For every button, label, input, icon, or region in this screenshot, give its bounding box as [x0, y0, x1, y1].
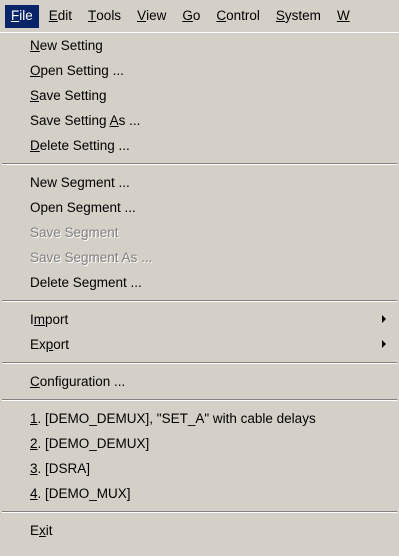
menu-item-save-setting[interactable]: Save Setting: [0, 83, 399, 108]
save-setting-mnemonic: S: [30, 88, 40, 103]
save-setting-label: ave Setting: [39, 88, 107, 103]
menu-tools-mnemonic: T: [88, 7, 97, 23]
exit-label: it: [45, 523, 53, 538]
recent-1-mnemonic: 1: [30, 411, 38, 426]
save-setting-as-mnemonic: A: [109, 113, 119, 128]
submenu-arrow-icon: [382, 315, 386, 323]
menu-item-configuration[interactable]: Configuration ...: [0, 369, 399, 394]
menu-item-recent-4[interactable]: 4. [DEMO_MUX]: [0, 481, 399, 506]
new-setting-label: ew Setting: [39, 38, 103, 53]
menu-separator: [0, 357, 399, 369]
menu-item-export[interactable]: Export: [0, 332, 399, 357]
configuration-mnemonic: C: [30, 374, 40, 389]
menu-control-mnemonic: C: [216, 7, 227, 23]
menu-window-mnemonic: W: [336, 7, 350, 23]
import-label: port: [45, 312, 69, 327]
menu-file-mnemonic: F: [11, 7, 20, 23]
menu-go-mnemonic: G: [182, 7, 193, 23]
menu-view[interactable]: View: [131, 5, 172, 28]
menu-system[interactable]: System: [270, 5, 327, 28]
menu-view-label: iew: [146, 7, 167, 23]
delete-setting-mnemonic: D: [30, 138, 40, 153]
import-mnemonic: m: [33, 312, 46, 327]
new-setting-mnemonic: N: [30, 38, 40, 53]
menu-tools[interactable]: Tools: [82, 5, 127, 28]
menu-tools-label: ools: [96, 7, 122, 23]
menu-go-label: o: [192, 7, 201, 23]
export-pre: Ex: [30, 337, 46, 352]
configuration-label: onfiguration ...: [39, 374, 126, 389]
open-setting-mnemonic: O: [30, 63, 41, 78]
recent-4-label: . [DEMO_MUX]: [37, 486, 131, 501]
open-segment-label: Open Segment ...: [30, 200, 136, 215]
new-segment-label: New Segment ...: [30, 175, 130, 190]
save-segment-as-label: Save Segment As ...: [30, 250, 153, 265]
menu-item-new-segment[interactable]: New Segment ...: [0, 170, 399, 195]
menu-item-recent-3[interactable]: 3. [DSRA]: [0, 456, 399, 481]
menu-edit-label: dit: [57, 7, 73, 23]
menu-item-save-setting-as[interactable]: Save Setting As ...: [0, 108, 399, 133]
menu-item-delete-setting[interactable]: Delete Setting ...: [0, 133, 399, 158]
menu-item-recent-1[interactable]: 1. [DEMO_DEMUX], "SET_A" with cable dela…: [0, 406, 399, 431]
menu-window[interactable]: W: [331, 5, 356, 28]
exit-pre: E: [30, 523, 40, 538]
menu-file[interactable]: File: [5, 4, 39, 28]
menu-separator: [0, 506, 399, 518]
recent-2-label: . [DEMO_DEMUX]: [37, 436, 150, 451]
menu-item-open-setting[interactable]: Open Setting ...: [0, 58, 399, 83]
menu-separator: [0, 394, 399, 406]
menu-item-open-segment[interactable]: Open Segment ...: [0, 195, 399, 220]
menu-separator: [0, 295, 399, 307]
menu-item-save-segment: Save Segment: [0, 220, 399, 245]
recent-2-mnemonic: 2: [30, 436, 38, 451]
exit-mnemonic: x: [39, 523, 46, 538]
menu-item-delete-segment[interactable]: Delete Segment ...: [0, 270, 399, 295]
menu-item-exit[interactable]: Exit: [0, 518, 399, 543]
menu-go[interactable]: Go: [176, 5, 206, 28]
save-segment-label: Save Segment: [30, 225, 119, 240]
file-menu-dropdown: New Setting Open Setting ... Save Settin…: [0, 32, 399, 556]
menu-item-new-setting[interactable]: New Setting: [0, 33, 399, 58]
submenu-arrow-icon: [382, 340, 386, 348]
menu-edit[interactable]: Edit: [43, 5, 78, 28]
menu-system-mnemonic: S: [275, 7, 285, 23]
menu-item-save-segment-as: Save Segment As ...: [0, 245, 399, 270]
recent-3-mnemonic: 3: [30, 461, 38, 476]
recent-4-mnemonic: 4: [30, 486, 38, 501]
delete-setting-label: elete Setting ...: [39, 138, 130, 153]
menu-item-recent-2[interactable]: 2. [DEMO_DEMUX]: [0, 431, 399, 456]
recent-3-label: . [DSRA]: [37, 461, 91, 476]
menu-control[interactable]: Control: [210, 5, 266, 28]
menu-control-label: ontrol: [226, 7, 260, 23]
menu-file-label: ile: [19, 7, 33, 23]
export-label: ort: [53, 337, 70, 352]
menu-item-import[interactable]: Import: [0, 307, 399, 332]
menu-edit-mnemonic: E: [48, 7, 58, 23]
open-setting-label: pen Setting ...: [40, 63, 124, 78]
save-setting-as-label: s ...: [118, 113, 141, 128]
menu-bar: File Edit Tools View Go Control System W: [0, 0, 399, 32]
delete-segment-label: Delete Segment ...: [30, 275, 142, 290]
menu-system-label: ystem: [284, 7, 321, 23]
recent-1-label: . [DEMO_DEMUX], "SET_A" with cable delay…: [37, 411, 316, 426]
menu-separator: [0, 158, 399, 170]
save-setting-as-pre: Save Setting: [30, 113, 110, 128]
menu-view-mnemonic: V: [137, 7, 147, 23]
